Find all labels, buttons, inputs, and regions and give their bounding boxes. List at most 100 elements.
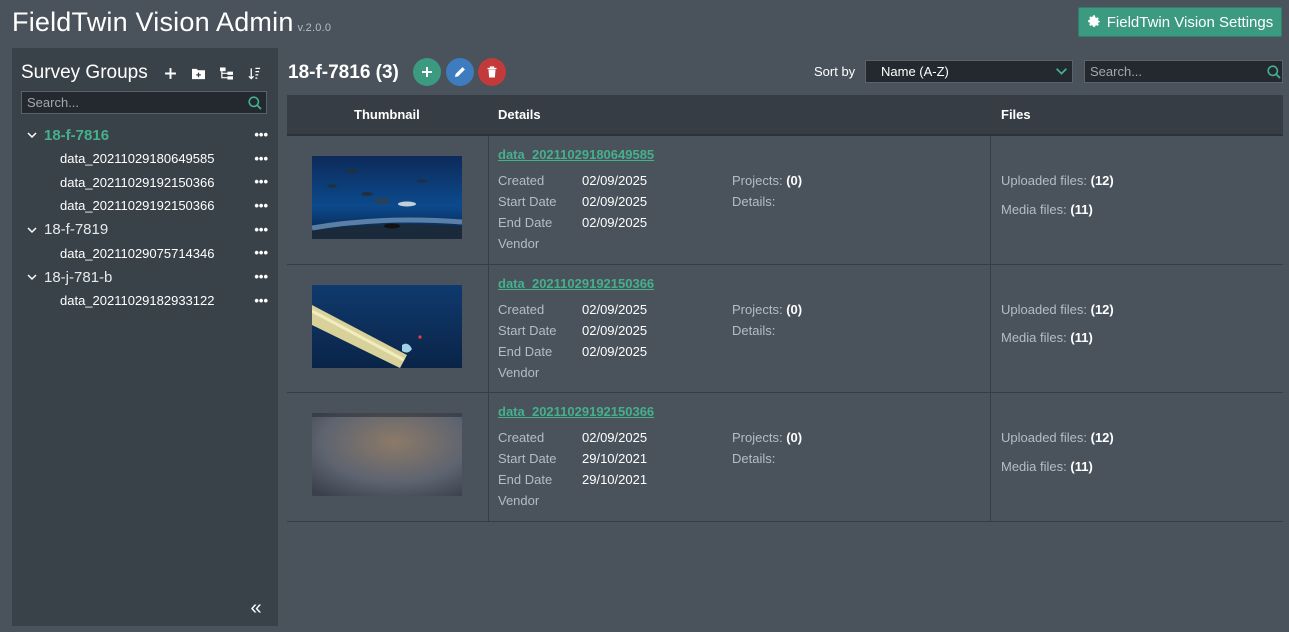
search-icon[interactable]	[244, 92, 266, 113]
table-header: Thumbnail Details Files	[287, 95, 1283, 136]
sort-icon	[247, 67, 260, 80]
created-label-text: Created	[498, 430, 545, 445]
app-title: FieldTwin Vision Admin v.2.0.0	[12, 7, 331, 38]
tree-group-label: 18-f-7816	[44, 126, 110, 144]
chevron-down-icon[interactable]	[26, 129, 38, 141]
media-label: Media files:	[1001, 329, 1067, 345]
files-cell: Uploaded files: (12) Media files: (11)	[990, 393, 1283, 521]
thumbnail-cell	[287, 264, 489, 392]
end-date-value-text: 02/09/2025	[582, 215, 648, 230]
survey-table: Thumbnail Details Files data_20211029180…	[287, 95, 1283, 522]
start-date-value: 02/09/2025	[582, 323, 647, 338]
created-value-text: 02/09/2025	[582, 173, 648, 188]
files-cell: Uploaded files: (12) Media files: (11)	[990, 136, 1283, 264]
survey-name-link[interactable]: data_20211029192150366	[498, 276, 654, 291]
sort-dropdown[interactable]: Name (A-Z)	[865, 60, 1073, 83]
thumbnail-image[interactable]	[312, 156, 462, 239]
edit-group-button[interactable]	[446, 58, 474, 86]
group-title: 18-f-7816 (3)	[288, 62, 399, 83]
delete-group-button[interactable]	[478, 58, 506, 86]
more-icon[interactable]: •••	[254, 175, 268, 188]
add-group-button[interactable]	[156, 62, 184, 84]
details-label: Details:	[732, 194, 776, 209]
more-icon[interactable]: •••	[254, 128, 268, 141]
sort-value: Name (A-Z)	[881, 64, 949, 79]
end-date-value-text: 02/09/2025	[582, 343, 648, 359]
sidebar-title: Survey Groups	[21, 62, 148, 83]
add-survey-button[interactable]	[413, 58, 441, 86]
thumbnail-image[interactable]	[312, 284, 462, 368]
thumbnail-image[interactable]	[312, 413, 462, 496]
tree-view-button[interactable]	[212, 62, 240, 84]
settings-button[interactable]: FieldTwin Vision Settings	[1078, 7, 1282, 37]
start-date-label-text: Start Date	[498, 194, 557, 209]
more-icon[interactable]: •••	[254, 223, 268, 236]
end-date-value-text: 29/10/2021	[582, 472, 648, 487]
uploaded-count: (12)	[1090, 173, 1114, 188]
more-icon[interactable]: •••	[254, 199, 268, 212]
more-icon[interactable]: •••	[254, 246, 268, 259]
settings-button-label: FieldTwin Vision Settings	[1106, 13, 1274, 31]
tree-item[interactable]: data_20211029075714346 •••	[12, 242, 278, 266]
uploaded-count: (12)	[1090, 430, 1114, 445]
sidebar-search	[21, 91, 267, 114]
media-count: (11)	[1070, 329, 1093, 345]
tree-group-18-f-7819[interactable]: 18-f-7819 •••	[12, 218, 278, 242]
start-date-value: 02/09/2025	[582, 194, 647, 209]
tree-item[interactable]: data_20211029182933122 •••	[12, 289, 278, 313]
tree-item[interactable]: data_20211029192150366 •••	[12, 171, 278, 195]
tree-item[interactable]: data_20211029192150366 •••	[12, 194, 278, 218]
gear-icon	[1087, 15, 1100, 27]
vendor-label: Vendor	[498, 236, 539, 251]
sidebar: Survey Groups 18-f-7816 ••• data_2021102…	[12, 48, 278, 626]
uploaded-files: Uploaded files: (12)	[1001, 173, 1114, 188]
projects-field: Projects: (0)	[732, 430, 802, 445]
more-icon[interactable]: •••	[254, 152, 268, 165]
projects-label: Projects:	[732, 173, 783, 188]
tree-group-18-j-781-b[interactable]: 18-j-781-b •••	[12, 265, 278, 289]
sort-label: Sort by	[814, 64, 856, 79]
created-value: 02/09/2025	[582, 430, 647, 445]
table-row: data_20211029192150366 Created 02/09/202…	[287, 393, 1283, 522]
app-header: FieldTwin Vision Admin v.2.0.0 FieldTwin …	[0, 0, 1289, 46]
collapse-sidebar-button[interactable]: «	[246, 597, 266, 619]
table-row: data_20211029192150366 Created 02/09/202…	[287, 264, 1283, 393]
created-value-text: 02/09/2025	[582, 301, 648, 317]
details-field: Details:	[732, 194, 775, 209]
media-files: Media files: (11)	[1001, 459, 1093, 474]
chevron-down-icon[interactable]	[26, 224, 38, 236]
uploaded-label: Uploaded files:	[1001, 430, 1087, 445]
main-search-input[interactable]	[1085, 64, 1266, 79]
sort-button[interactable]	[240, 62, 268, 84]
projects-label: Projects:	[732, 430, 783, 445]
created-label-text: Created	[498, 301, 545, 317]
survey-name-link[interactable]: data_20211029192150366	[498, 404, 654, 419]
end-date-label-text: End Date	[498, 472, 553, 487]
chevron-down-icon[interactable]	[26, 271, 38, 283]
tree-item-label: data_20211029192150366	[60, 198, 215, 214]
vendor-label: Vendor	[498, 365, 539, 380]
more-icon[interactable]: •••	[254, 294, 268, 307]
end-date-value: 02/09/2025	[582, 215, 647, 230]
search-icon[interactable]	[1266, 61, 1282, 82]
projects-field: Projects: (0)	[732, 302, 802, 317]
end-date-label: End Date	[498, 472, 552, 487]
start-date-value-text: 29/10/2021	[582, 451, 648, 466]
tree-group-label: 18-f-7819	[44, 221, 109, 238]
details-field: Details:	[732, 323, 775, 338]
sidebar-search-input[interactable]	[22, 95, 244, 110]
survey-name-link[interactable]: data_20211029180649585	[498, 147, 654, 162]
tree-group-18-f-7816[interactable]: 18-f-7816 •••	[12, 123, 278, 147]
tree-group-label: 18-j-781-b	[44, 268, 113, 286]
projects-label: Projects:	[732, 301, 783, 317]
more-icon[interactable]: •••	[254, 270, 268, 283]
created-label: Created	[498, 173, 544, 188]
add-folder-button[interactable]	[184, 62, 212, 84]
tree-item[interactable]: data_20211029180649585 •••	[12, 147, 278, 171]
thumbnail-cell	[287, 393, 489, 521]
tree-icon	[219, 66, 233, 80]
media-label: Media files:	[1001, 202, 1067, 217]
details-label: Details:	[732, 322, 776, 338]
end-date-value: 02/09/2025	[582, 344, 647, 359]
column-thumbnail: Thumbnail	[354, 107, 420, 122]
